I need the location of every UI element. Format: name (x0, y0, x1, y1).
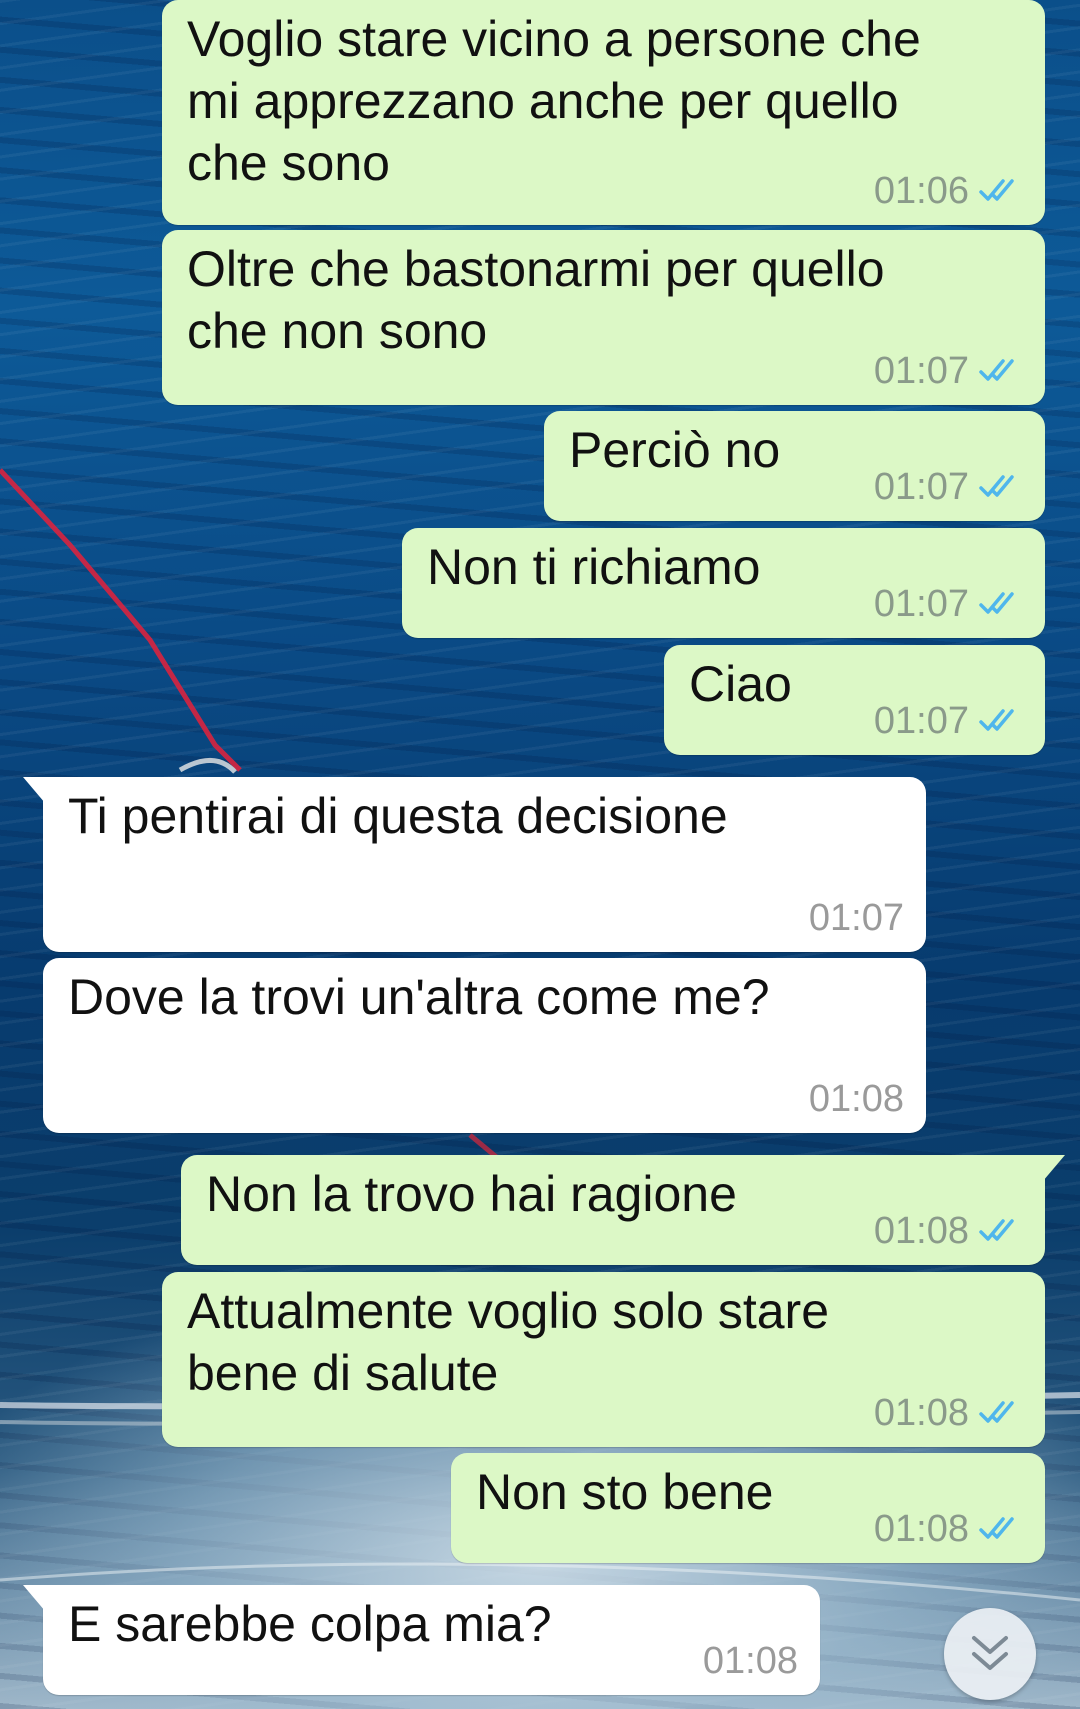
outgoing-message-bubble[interactable]: Non sto bene 01:08 (451, 1453, 1045, 1563)
message-meta: 01:08 (874, 1209, 1023, 1253)
message-time: 01:06 (873, 170, 969, 212)
outgoing-message-bubble[interactable]: Oltre che bastonarmi per quello che non … (162, 230, 1045, 405)
incoming-message-bubble[interactable]: Ti pentirai di questa decisione 01:07 (23, 777, 926, 952)
message-text: Non ti richiamo (427, 539, 761, 595)
message-time: 01:08 (808, 1078, 904, 1120)
message-text: Ti pentirai di questa decisione (68, 788, 728, 844)
message-meta: 01:07 (874, 465, 1023, 509)
bubble-tail (23, 1585, 45, 1611)
double-check-read-icon (979, 1219, 1014, 1241)
outgoing-message-bubble[interactable]: Perciò no 01:07 (544, 411, 1045, 521)
message-text: Ciao (689, 656, 792, 712)
message-text: E sarebbe colpa mia? (68, 1596, 552, 1652)
message-meta: 01:08 (809, 1077, 904, 1121)
message-text: Oltre che bastonarmi per quello che non … (187, 241, 885, 359)
double-check-read-icon (979, 179, 1014, 201)
message-meta: 01:07 (809, 896, 904, 940)
incoming-message-bubble[interactable]: E sarebbe colpa mia? 01:08 (23, 1585, 820, 1695)
double-check-read-icon (979, 359, 1014, 381)
double-check-read-icon (979, 709, 1014, 731)
message-text: Perciò no (569, 422, 781, 478)
message-time: 01:07 (873, 466, 969, 508)
message-text: Attualmente voglio solo stare bene di sa… (187, 1283, 830, 1401)
message-meta: 01:08 (874, 1507, 1023, 1551)
message-time: 01:07 (873, 350, 969, 392)
message-time: 01:08 (873, 1210, 969, 1252)
outgoing-message-bubble[interactable]: Voglio stare vicino a persone che mi app… (162, 0, 1045, 225)
double-chevron-down-icon (972, 1636, 1008, 1670)
message-meta: 01:08 (703, 1639, 798, 1683)
message-time: 01:07 (873, 583, 969, 625)
message-time: 01:08 (873, 1392, 969, 1434)
double-check-read-icon (979, 475, 1014, 497)
message-time: 01:08 (702, 1640, 798, 1682)
outgoing-message-bubble[interactable]: Attualmente voglio solo stare bene di sa… (162, 1272, 1045, 1447)
scroll-to-bottom-button[interactable] (944, 1608, 1036, 1700)
double-check-read-icon (979, 1401, 1014, 1423)
message-time: 01:07 (808, 897, 904, 939)
incoming-message-bubble[interactable]: Dove la trovi un'altra come me? 01:08 (43, 958, 926, 1133)
message-text: Non sto bene (476, 1464, 774, 1520)
message-text: Voglio stare vicino a persone che mi app… (187, 11, 921, 191)
outgoing-message-bubble[interactable]: Non ti richiamo 01:07 (402, 528, 1045, 638)
message-meta: 01:08 (874, 1391, 1023, 1435)
message-text: Non la trovo hai ragione (206, 1166, 737, 1222)
double-check-read-icon (979, 592, 1014, 614)
double-check-read-icon (979, 1517, 1014, 1539)
message-meta: 01:07 (874, 699, 1023, 743)
bubble-tail (23, 777, 45, 803)
message-text: Dove la trovi un'altra come me? (68, 969, 770, 1025)
message-meta: 01:07 (874, 349, 1023, 393)
message-time: 01:07 (873, 700, 969, 742)
message-time: 01:08 (873, 1508, 969, 1550)
outgoing-message-bubble[interactable]: Non la trovo hai ragione 01:08 (181, 1155, 1065, 1265)
message-meta: 01:06 (874, 169, 1023, 213)
bubble-tail (1043, 1155, 1065, 1181)
message-meta: 01:07 (874, 582, 1023, 626)
outgoing-message-bubble[interactable]: Ciao 01:07 (664, 645, 1045, 755)
